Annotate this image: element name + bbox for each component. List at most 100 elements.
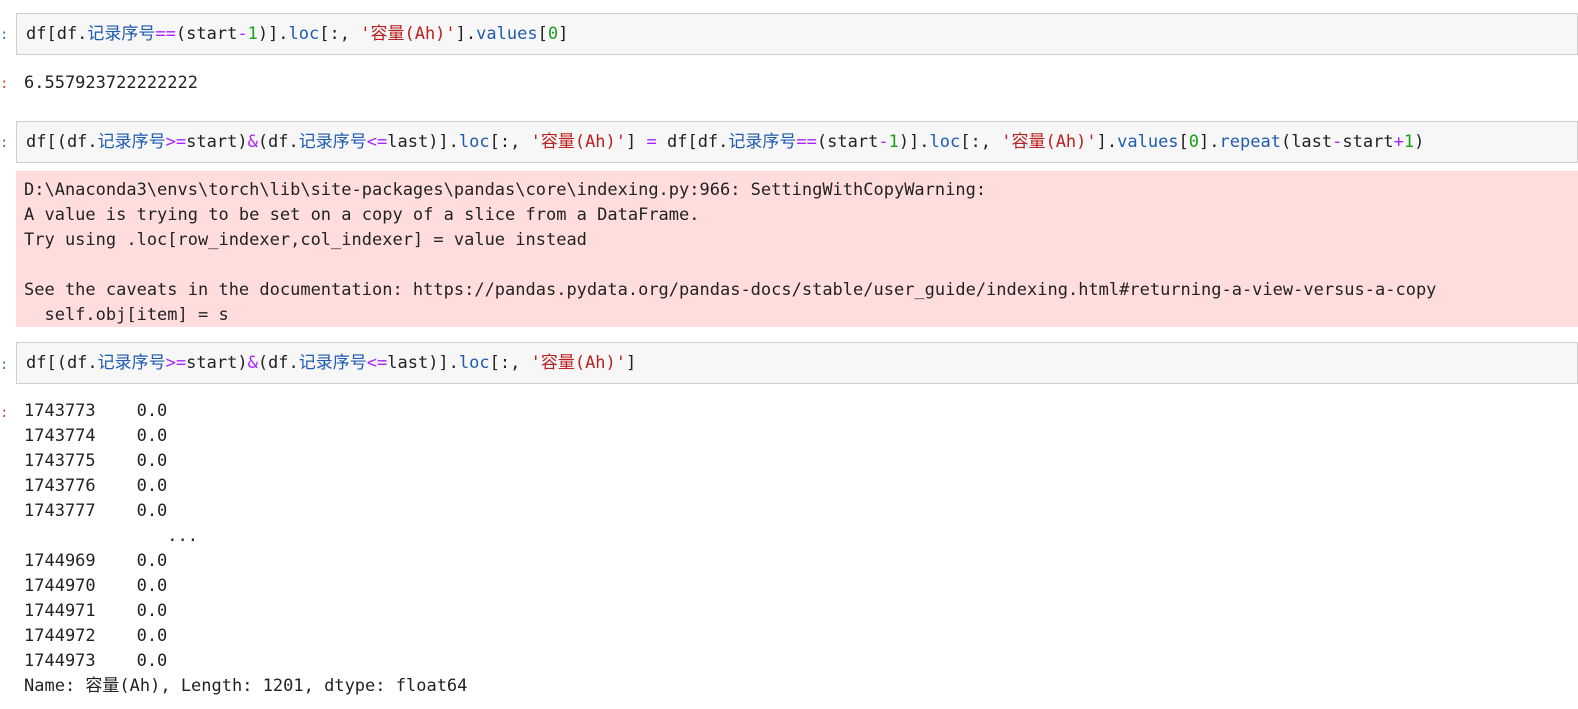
code-token: (Ah)' (574, 132, 627, 152)
code-token: - (237, 24, 248, 44)
output-line: ... (24, 526, 198, 546)
code-token: (Ah)' (1045, 132, 1097, 152)
code-token: start) (186, 132, 248, 152)
code-token: - (1332, 132, 1343, 152)
cell-1-code-input[interactable]: df[df.记录序号==(start-1)].loc[:, '容量(Ah)'].… (16, 13, 1578, 55)
code-token: [ (537, 24, 548, 44)
code-token: )]. (898, 132, 930, 152)
cell-1-output-prompt: : (0, 76, 9, 92)
code-token: [:, (489, 132, 531, 152)
code-token: <= (366, 132, 388, 152)
code-token: start (1342, 132, 1394, 152)
code-token: )]. (257, 24, 289, 44)
cell-3-input-prompt: : (0, 357, 9, 373)
output-line: 1743773 0.0 (24, 401, 168, 421)
output-line: 1744970 0.0 (24, 576, 168, 596)
code-token: <= (366, 353, 388, 373)
code-token: (start (816, 132, 879, 152)
code-token: ' (530, 353, 541, 373)
stderr-line: A value is trying to be set on a copy of… (24, 205, 700, 225)
code-token: df[df. (656, 132, 729, 152)
code-token: 容量 (1011, 132, 1046, 152)
code-token: 记录序号 (87, 24, 156, 44)
code-token: df[(df. (26, 353, 98, 373)
output-line: 1743774 0.0 (24, 426, 168, 446)
code-token: 记录序号 (97, 353, 166, 373)
code-token: repeat (1219, 132, 1281, 152)
output-line: 1744972 0.0 (24, 626, 168, 646)
code-token: 记录序号 (298, 353, 367, 373)
code-token: [:, (319, 24, 361, 44)
code-token: - (878, 132, 889, 152)
code-token: 1 (247, 24, 258, 44)
code-token: == (155, 24, 176, 44)
cell-2-stderr-warning: D:\Anaconda3\envs\torch\lib\site-package… (16, 171, 1578, 327)
code-token: ] (626, 132, 647, 152)
code-token: + (1393, 132, 1404, 152)
code-token: start) (186, 353, 248, 373)
code-token: ) (1414, 132, 1425, 152)
code-token: ' (530, 132, 541, 152)
stderr-line: self.obj[item] = s (24, 305, 229, 325)
stderr-line: Try using .loc[row_indexer,col_indexer] … (24, 230, 587, 250)
code-token: 容量 (540, 353, 575, 373)
code-token: last)]. (387, 353, 459, 373)
cell-1-input-prompt: : (0, 27, 9, 43)
code-token: (Ah)' (404, 24, 456, 44)
code-token: 记录序号 (97, 132, 166, 152)
cell-2-code-input[interactable]: df[(df.记录序号>=start)&(df.记录序号<=last)].loc… (16, 121, 1578, 163)
output-line: 1743776 0.0 (24, 476, 168, 496)
code-token: ]. (455, 24, 477, 44)
output-line: Name: 容量(Ah), Length: 1201, dtype: float… (24, 676, 468, 696)
code-token: (start (175, 24, 238, 44)
code-token: ' (360, 24, 371, 44)
stderr-line (24, 253, 1578, 278)
stderr-line: See the caveats in the documentation: ht… (24, 280, 1437, 300)
output-line: 1744971 0.0 (24, 601, 168, 621)
code-token: loc (458, 132, 490, 152)
code-token: loc (288, 24, 320, 44)
code-token: 0 (1188, 132, 1200, 152)
stderr-line: D:\Anaconda3\envs\torch\lib\site-package… (24, 180, 987, 200)
code-token: values (1117, 132, 1179, 152)
code-token: last)]. (387, 132, 459, 152)
code-token: (Ah)' (574, 353, 627, 373)
code-token: ] (626, 353, 637, 373)
cell-3-output-prompt: : (0, 405, 9, 421)
code-token: (last (1280, 132, 1333, 152)
output-line: 1744969 0.0 (24, 551, 168, 571)
code-token: (df. (257, 353, 299, 373)
code-token: df[(df. (26, 132, 98, 152)
code-token: 记录序号 (728, 132, 797, 152)
code-token: values (476, 24, 538, 44)
code-token: df[df. (26, 24, 88, 44)
code-token: loc (929, 132, 961, 152)
code-token: [:, (960, 132, 1002, 152)
code-token: ]. (1199, 132, 1220, 152)
code-token: & (247, 132, 258, 152)
code-token: ] (558, 24, 569, 44)
output-line: 1744973 0.0 (24, 651, 168, 671)
code-token: & (247, 353, 258, 373)
code-token: ]. (1096, 132, 1118, 152)
code-token: >= (165, 132, 187, 152)
code-token: 记录序号 (298, 132, 367, 152)
code-token: 0 (547, 24, 559, 44)
output-line: 1743777 0.0 (24, 501, 168, 521)
cell-3-output: 1743773 0.0 1743774 0.0 1743775 0.0 1743776… (24, 399, 467, 699)
code-token: ' (1001, 132, 1012, 152)
code-token: [ (1178, 132, 1189, 152)
code-token: >= (165, 353, 187, 373)
cell-2-input-prompt: : (0, 135, 9, 151)
code-token: 1 (1403, 132, 1415, 152)
code-token: 容量 (370, 24, 405, 44)
code-token: loc (458, 353, 490, 373)
cell-3-code-input[interactable]: df[(df.记录序号>=start)&(df.记录序号<=last)].loc… (16, 342, 1578, 384)
output-line: 1743775 0.0 (24, 451, 168, 471)
code-token: (df. (257, 132, 299, 152)
code-token: = (646, 132, 657, 152)
code-token: [:, (489, 353, 531, 373)
code-token: 1 (888, 132, 899, 152)
code-token: 容量 (540, 132, 575, 152)
code-token: == (796, 132, 817, 152)
